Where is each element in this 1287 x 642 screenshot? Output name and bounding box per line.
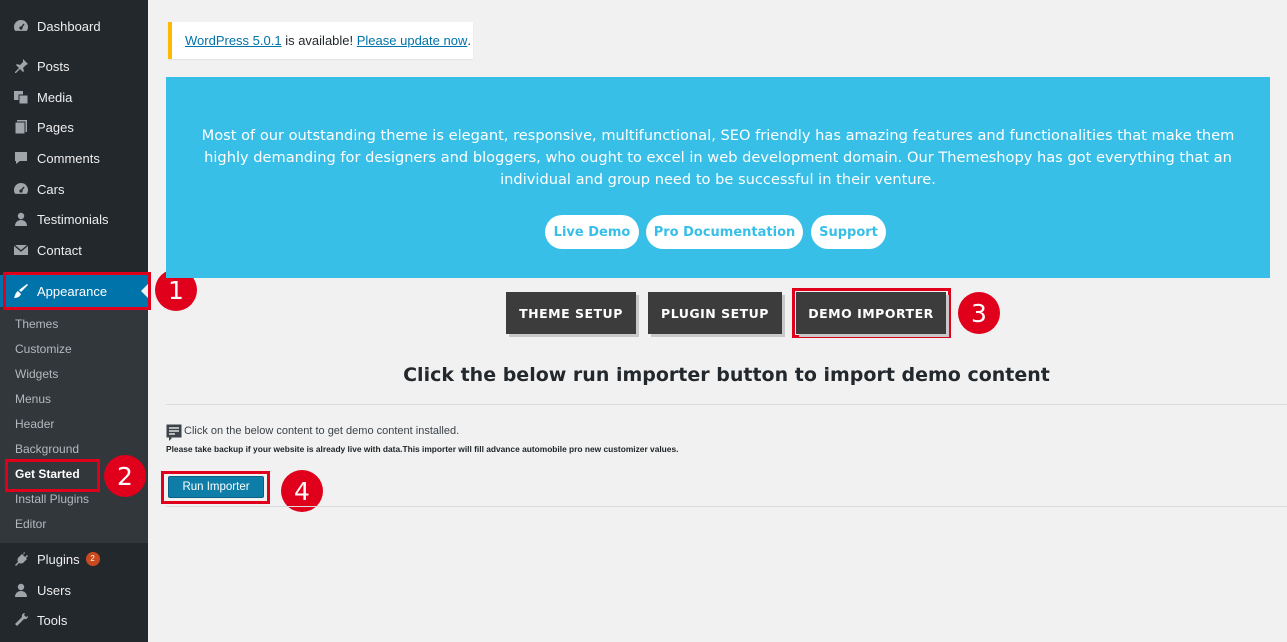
support-button[interactable]: Support xyxy=(811,215,886,249)
tab-theme-setup[interactable]: THEME SETUP xyxy=(506,292,636,334)
sidebar-item-dashboard[interactable]: Dashboard xyxy=(0,11,148,41)
pro-documentation-button[interactable]: Pro Documentation xyxy=(646,215,803,249)
importer-heading: Click the below run importer button to i… xyxy=(403,364,1050,386)
document-icon xyxy=(166,424,182,441)
dashboard-icon xyxy=(11,16,31,36)
user-icon xyxy=(11,209,31,229)
divider-top xyxy=(166,404,1287,405)
update-now-link[interactable]: Please update now xyxy=(357,33,468,48)
dashboard-icon xyxy=(11,179,31,199)
sidebar-item-pages[interactable]: Pages xyxy=(0,112,148,142)
pages-icon xyxy=(11,117,31,137)
sidebar-item-users[interactable]: Users xyxy=(0,575,148,605)
sidebar-item-label: Testimonials xyxy=(37,211,109,227)
admin-sidebar: Dashboard Posts Media Pages Comments Car… xyxy=(0,0,148,642)
sidebar-item-label: Tools xyxy=(37,612,68,628)
sidebar-item-contact[interactable]: Contact xyxy=(0,235,148,265)
submenu-item-background[interactable]: Background xyxy=(15,442,79,456)
wrench-icon xyxy=(11,610,31,630)
user-icon xyxy=(11,580,31,600)
submenu-item-customize[interactable]: Customize xyxy=(15,342,72,356)
plug-icon xyxy=(11,549,31,569)
submenu-item-header[interactable]: Header xyxy=(15,417,54,431)
update-notice: WordPress 5.0.1 is available! Please upd… xyxy=(168,22,473,59)
submenu-item-menus[interactable]: Menus xyxy=(15,392,51,406)
sidebar-item-testimonials[interactable]: Testimonials xyxy=(0,204,148,234)
mail-icon xyxy=(11,240,31,260)
backup-warning-text: Please take backup if your website is al… xyxy=(166,444,679,454)
sidebar-item-label: Contact xyxy=(37,242,82,258)
sidebar-item-label: Dashboard xyxy=(37,18,101,34)
submenu-item-themes[interactable]: Themes xyxy=(15,317,58,331)
submenu-item-install-plugins[interactable]: Install Plugins xyxy=(15,492,89,506)
pin-icon xyxy=(11,56,31,76)
media-icon xyxy=(11,87,31,107)
sidebar-item-plugins[interactable]: Plugins 2 xyxy=(0,544,148,574)
sidebar-item-label: Media xyxy=(37,89,73,105)
notice-end: . xyxy=(467,33,471,48)
wordpress-version-link[interactable]: WordPress 5.0.1 xyxy=(185,33,282,48)
sidebar-item-label: Comments xyxy=(37,150,100,166)
divider-bottom xyxy=(166,506,1287,507)
notice-text: is available! xyxy=(281,33,357,48)
sidebar-item-tools[interactable]: Tools xyxy=(0,605,148,635)
sidebar-item-label: Users xyxy=(37,582,71,598)
update-count-badge: 2 xyxy=(85,552,100,566)
annotation-number-3: 3 xyxy=(958,292,1000,334)
banner-description: Most of our outstanding theme is elegant… xyxy=(201,127,1235,188)
sidebar-item-comments[interactable]: Comments xyxy=(0,143,148,173)
sidebar-item-label: Posts xyxy=(37,58,70,74)
sidebar-item-label: Cars xyxy=(37,181,65,197)
tab-plugin-setup[interactable]: PLUGIN SETUP xyxy=(648,292,782,334)
comment-icon xyxy=(11,148,31,168)
sidebar-item-media[interactable]: Media xyxy=(0,82,148,112)
live-demo-button[interactable]: Live Demo xyxy=(545,215,639,249)
sidebar-item-cars[interactable]: Cars xyxy=(0,174,148,204)
annotation-box-appearance xyxy=(3,272,151,310)
annotation-number-2: 2 xyxy=(104,455,146,497)
importer-info-text: Click on the below content to get demo c… xyxy=(184,425,460,437)
sidebar-item-label: Plugins xyxy=(37,551,80,567)
run-importer-button[interactable]: Run Importer xyxy=(168,476,264,498)
sidebar-item-label: Pages xyxy=(37,119,74,135)
sidebar-item-posts[interactable]: Posts xyxy=(0,51,148,81)
appearance-submenu: Themes Customize Widgets Menus Header Ba… xyxy=(0,307,148,543)
submenu-item-editor[interactable]: Editor xyxy=(15,517,46,531)
theme-info-banner: Most of our outstanding theme is elegant… xyxy=(166,77,1270,278)
tab-demo-importer[interactable]: DEMO IMPORTER xyxy=(796,292,946,334)
annotation-box-get-started xyxy=(5,459,100,492)
submenu-item-widgets[interactable]: Widgets xyxy=(15,367,58,381)
